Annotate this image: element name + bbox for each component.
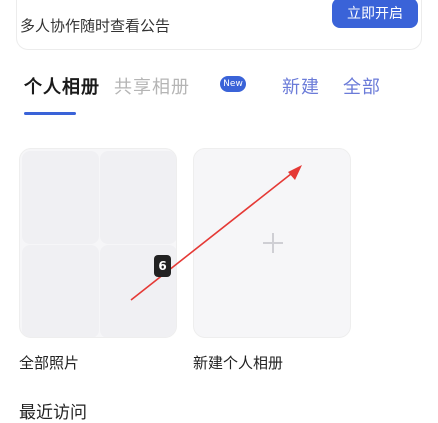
create-album-card[interactable] xyxy=(193,148,351,338)
promo-subtitle: 多人协作随时查看公告 xyxy=(20,17,171,35)
thumbnail-slot xyxy=(22,151,99,244)
promo-banner: 多人协作随时查看公告 立即开启 xyxy=(16,0,422,50)
step-marker-badge: 6 xyxy=(154,255,171,277)
all-photos-label: 全部照片 xyxy=(19,354,80,372)
album-tabs: 个人相册 共享相册 New 新建 全部 xyxy=(24,73,424,113)
tab-shared-albums[interactable]: 共享相册 xyxy=(114,73,190,99)
tab-personal-albums[interactable]: 个人相册 xyxy=(24,73,100,99)
active-tab-indicator xyxy=(24,112,76,115)
new-album-tab[interactable]: 新建 xyxy=(282,73,320,99)
all-albums-tab[interactable]: 全部 xyxy=(343,73,381,99)
thumbnail-slot xyxy=(100,151,176,244)
new-badge: New xyxy=(220,76,246,92)
create-album-label: 新建个人相册 xyxy=(193,354,284,372)
enable-now-button[interactable]: 立即开启 xyxy=(332,0,418,28)
thumbnail-slot xyxy=(22,245,99,337)
plus-icon xyxy=(263,233,283,253)
recent-section-title: 最近访问 xyxy=(19,403,87,423)
all-photos-album-card[interactable] xyxy=(19,148,177,338)
